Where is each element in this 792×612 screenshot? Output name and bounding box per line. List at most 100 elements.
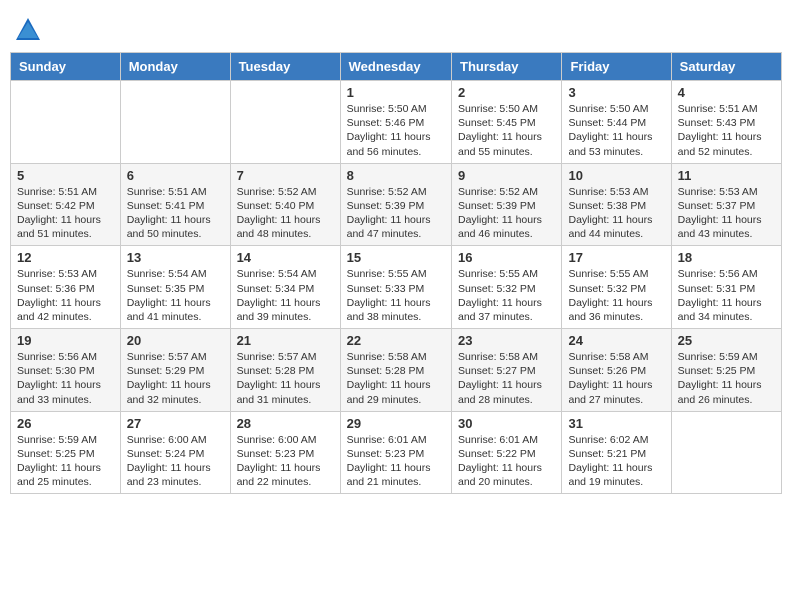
calendar-header-tuesday: Tuesday — [230, 53, 340, 81]
day-info: Sunrise: 6:01 AM Sunset: 5:23 PM Dayligh… — [347, 433, 445, 490]
day-info: Sunrise: 5:56 AM Sunset: 5:31 PM Dayligh… — [678, 267, 775, 324]
calendar-cell: 8 Sunrise: 5:52 AM Sunset: 5:39 PM Daylig… — [340, 163, 451, 246]
calendar-week-row: 26Sunrise: 5:59 AM Sunset: 5:25 PM Dayli… — [11, 411, 782, 494]
day-info: Sunrise: 5:52 AM Sunset: 5:40 PM Dayligh… — [237, 185, 334, 242]
calendar-cell: 4 Sunrise: 5:51 AM Sunset: 5:43 PM Daylig… — [671, 81, 781, 164]
calendar-cell — [230, 81, 340, 164]
day-number: 17 — [568, 250, 664, 265]
calendar-cell: 31 Sunrise: 6:02 AM Sunset: 5:21 PM Dayli… — [562, 411, 671, 494]
calendar-cell: 24 Sunrise: 5:58 AM Sunset: 5:26 PM Dayli… — [562, 329, 671, 412]
day-info: Sunrise: 5:55 AM Sunset: 5:33 PM Dayligh… — [347, 267, 445, 324]
calendar-cell — [120, 81, 230, 164]
day-number: 23 — [458, 333, 555, 348]
day-info: Sunrise: 5:55 AM Sunset: 5:32 PM Dayligh… — [568, 267, 664, 324]
calendar-cell: 19 Sunrise: 5:56 AM Sunset: 5:30 PM Dayli… — [11, 329, 121, 412]
day-info: Sunrise: 5:57 AM Sunset: 5:29 PM Dayligh… — [127, 350, 224, 407]
day-number: 8 — [347, 168, 445, 183]
day-info: Sunrise: 5:56 AM Sunset: 5:30 PM Dayligh… — [17, 350, 114, 407]
calendar-week-row: 5Sunrise: 5:51 AM Sunset: 5:42 PM Daylig… — [11, 163, 782, 246]
day-number: 1 — [347, 85, 445, 100]
day-number: 29 — [347, 416, 445, 431]
calendar-cell: 15 Sunrise: 5:55 AM Sunset: 5:33 PM Dayli… — [340, 246, 451, 329]
day-number: 9 — [458, 168, 555, 183]
day-number: 18 — [678, 250, 775, 265]
day-number: 4 — [678, 85, 775, 100]
calendar-week-row: 12 Sunrise: 5:53 AM Sunset: 5:36 PM Dayli… — [11, 246, 782, 329]
calendar-cell: 25 Sunrise: 5:59 AM Sunset: 5:25 PM Dayli… — [671, 329, 781, 412]
calendar-cell: 7 Sunrise: 5:52 AM Sunset: 5:40 PM Daylig… — [230, 163, 340, 246]
day-number: 31 — [568, 416, 664, 431]
logo — [14, 16, 44, 44]
day-number: 30 — [458, 416, 555, 431]
calendar-header-row: SundayMondayTuesdayWednesdayThursdayFrid… — [11, 53, 782, 81]
day-info: Sunrise: 5:58 AM Sunset: 5:26 PM Dayligh… — [568, 350, 664, 407]
day-info: Sunrise: 5:53 AM Sunset: 5:37 PM Dayligh… — [678, 185, 775, 242]
calendar-cell: 2 Sunrise: 5:50 AM Sunset: 5:45 PM Daylig… — [452, 81, 562, 164]
day-number: 22 — [347, 333, 445, 348]
calendar-cell: 12 Sunrise: 5:53 AM Sunset: 5:36 PM Dayli… — [11, 246, 121, 329]
day-info: Sunrise: 5:55 AM Sunset: 5:32 PM Dayligh… — [458, 267, 555, 324]
day-number: 24 — [568, 333, 664, 348]
day-info: Sunrise: 5:54 AM Sunset: 5:35 PM Dayligh… — [127, 267, 224, 324]
day-number: 12 — [17, 250, 114, 265]
calendar-cell: 21 Sunrise: 5:57 AM Sunset: 5:28 PM Dayli… — [230, 329, 340, 412]
day-info: Sunrise: 5:50 AM Sunset: 5:44 PM Dayligh… — [568, 102, 664, 159]
day-info: Sunrise: 5:53 AM Sunset: 5:36 PM Dayligh… — [17, 267, 114, 324]
day-info: Sunrise: 5:52 AM Sunset: 5:39 PM Dayligh… — [347, 185, 445, 242]
day-number: 14 — [237, 250, 334, 265]
day-number: 16 — [458, 250, 555, 265]
calendar-cell: 22 Sunrise: 5:58 AM Sunset: 5:28 PM Dayli… — [340, 329, 451, 412]
calendar-cell: 28 Sunrise: 6:00 AM Sunset: 5:23 PM Dayli… — [230, 411, 340, 494]
calendar-week-row: 1Sunrise: 5:50 AM Sunset: 5:46 PM Daylig… — [11, 81, 782, 164]
day-info: Sunrise: 5:57 AM Sunset: 5:28 PM Dayligh… — [237, 350, 334, 407]
calendar-week-row: 19 Sunrise: 5:56 AM Sunset: 5:30 PM Dayli… — [11, 329, 782, 412]
day-info: Sunrise: 5:52 AM Sunset: 5:39 PM Dayligh… — [458, 185, 555, 242]
day-number: 13 — [127, 250, 224, 265]
calendar-cell: 10 Sunrise: 5:53 AM Sunset: 5:38 PM Dayli… — [562, 163, 671, 246]
calendar-cell: 13 Sunrise: 5:54 AM Sunset: 5:35 PM Dayli… — [120, 246, 230, 329]
calendar-cell: 18 Sunrise: 5:56 AM Sunset: 5:31 PM Dayli… — [671, 246, 781, 329]
day-info: Sunrise: 6:01 AM Sunset: 5:22 PM Dayligh… — [458, 433, 555, 490]
calendar-cell: 3 Sunrise: 5:50 AM Sunset: 5:44 PM Daylig… — [562, 81, 671, 164]
day-info: Sunrise: 5:54 AM Sunset: 5:34 PM Dayligh… — [237, 267, 334, 324]
calendar-cell: 5Sunrise: 5:51 AM Sunset: 5:42 PM Daylig… — [11, 163, 121, 246]
calendar-header-saturday: Saturday — [671, 53, 781, 81]
day-info: Sunrise: 5:58 AM Sunset: 5:28 PM Dayligh… — [347, 350, 445, 407]
calendar-cell: 9 Sunrise: 5:52 AM Sunset: 5:39 PM Daylig… — [452, 163, 562, 246]
calendar-header-friday: Friday — [562, 53, 671, 81]
calendar-cell: 29 Sunrise: 6:01 AM Sunset: 5:23 PM Dayli… — [340, 411, 451, 494]
day-number: 20 — [127, 333, 224, 348]
day-info: Sunrise: 5:59 AM Sunset: 5:25 PM Dayligh… — [678, 350, 775, 407]
day-number: 2 — [458, 85, 555, 100]
day-number: 26 — [17, 416, 114, 431]
day-number: 15 — [347, 250, 445, 265]
day-number: 10 — [568, 168, 664, 183]
day-number: 3 — [568, 85, 664, 100]
calendar-cell: 26Sunrise: 5:59 AM Sunset: 5:25 PM Dayli… — [11, 411, 121, 494]
day-number: 25 — [678, 333, 775, 348]
day-info: Sunrise: 5:53 AM Sunset: 5:38 PM Dayligh… — [568, 185, 664, 242]
calendar-cell: 17 Sunrise: 5:55 AM Sunset: 5:32 PM Dayli… — [562, 246, 671, 329]
day-number: 21 — [237, 333, 334, 348]
day-info: Sunrise: 6:00 AM Sunset: 5:23 PM Dayligh… — [237, 433, 334, 490]
day-info: Sunrise: 5:51 AM Sunset: 5:43 PM Dayligh… — [678, 102, 775, 159]
day-number: 7 — [237, 168, 334, 183]
day-info: Sunrise: 6:02 AM Sunset: 5:21 PM Dayligh… — [568, 433, 664, 490]
calendar-cell — [11, 81, 121, 164]
day-number: 27 — [127, 416, 224, 431]
day-info: Sunrise: 5:50 AM Sunset: 5:45 PM Dayligh… — [458, 102, 555, 159]
day-number: 19 — [17, 333, 114, 348]
calendar-header-thursday: Thursday — [452, 53, 562, 81]
day-info: Sunrise: 5:58 AM Sunset: 5:27 PM Dayligh… — [458, 350, 555, 407]
calendar-cell: 27Sunrise: 6:00 AM Sunset: 5:24 PM Dayli… — [120, 411, 230, 494]
calendar-cell: 16 Sunrise: 5:55 AM Sunset: 5:32 PM Dayli… — [452, 246, 562, 329]
calendar-table: SundayMondayTuesdayWednesdayThursdayFrid… — [10, 52, 782, 494]
day-number: 28 — [237, 416, 334, 431]
calendar-cell: 23 Sunrise: 5:58 AM Sunset: 5:27 PM Dayli… — [452, 329, 562, 412]
calendar-cell — [671, 411, 781, 494]
calendar-cell: 1Sunrise: 5:50 AM Sunset: 5:46 PM Daylig… — [340, 81, 451, 164]
day-info: Sunrise: 5:51 AM Sunset: 5:42 PM Dayligh… — [17, 185, 114, 242]
calendar-header-sunday: Sunday — [11, 53, 121, 81]
day-info: Sunrise: 5:51 AM Sunset: 5:41 PM Dayligh… — [127, 185, 224, 242]
calendar-cell: 20 Sunrise: 5:57 AM Sunset: 5:29 PM Dayli… — [120, 329, 230, 412]
